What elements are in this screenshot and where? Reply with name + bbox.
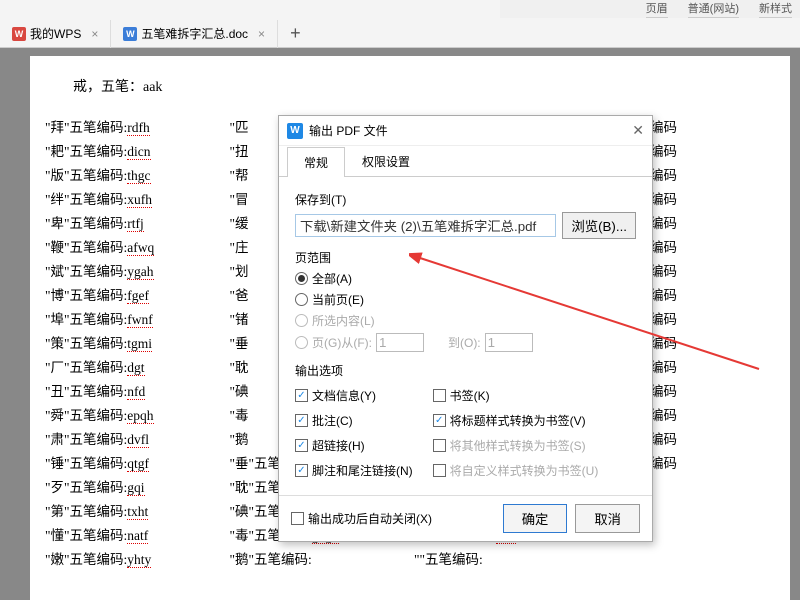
browse-button[interactable]: 浏览(B)... xyxy=(562,212,636,239)
close-icon[interactable]: ✕ xyxy=(632,122,644,139)
wubi-entry: "丑"五笔编码:nfd xyxy=(45,380,222,404)
tab-permissions[interactable]: 权限设置 xyxy=(345,146,427,176)
tab-wps-home[interactable]: W 我的WPS × xyxy=(0,20,111,48)
radio-label: 页(G)从(F): xyxy=(312,334,372,351)
tab-general[interactable]: 常规 xyxy=(287,147,345,177)
wubi-entry: "卑"五笔编码:rtfj xyxy=(45,212,222,236)
toolbar-item[interactable]: 新样式 xyxy=(759,0,792,18)
check-custom-bookmarks[interactable]: 将自定义样式转换为书签(U) xyxy=(433,462,599,479)
wubi-entry: ""五笔编码: xyxy=(414,548,591,572)
radio-icon xyxy=(295,293,308,306)
wubi-entry: "第"五笔编码:txht xyxy=(45,500,222,524)
dialog-title: 输出 PDF 文件 xyxy=(309,122,632,139)
top-toolbar-fragment: 页眉 普通(网站) 新样式 xyxy=(500,0,800,18)
wubi-entry: "斌"五笔编码:ygah xyxy=(45,260,222,284)
wubi-entry: "鹅"五笔编码: xyxy=(230,548,407,572)
wubi-entry: "懂"五笔编码:natf xyxy=(45,524,222,548)
check-comments[interactable]: ✓批注(C) xyxy=(295,412,413,429)
check-heading-bookmarks[interactable]: ✓将标题样式转换为书签(V) xyxy=(433,412,599,429)
radio-label: 所选内容(L) xyxy=(312,312,375,329)
wubi-entry: "版"五笔编码:thgc xyxy=(45,164,222,188)
dialog-tabs: 常规 权限设置 xyxy=(279,146,652,177)
check-autoclose[interactable]: 输出成功后自动关闭(X) xyxy=(291,510,495,527)
add-tab-button[interactable]: + xyxy=(278,23,313,44)
export-pdf-dialog: W 输出 PDF 文件 ✕ 常规 权限设置 保存到(T) 浏览(B)... 页范… xyxy=(278,115,653,542)
wubi-entry: "博"五笔编码:fgef xyxy=(45,284,222,308)
radio-icon xyxy=(295,314,308,327)
column-1: "拜"五笔编码:rdfh"耙"五笔编码:dicn"版"五笔编码:thgc"绊"五… xyxy=(45,116,222,572)
to-label: 到(O): xyxy=(448,334,481,351)
page-range-label: 页范围 xyxy=(295,249,636,266)
paragraph: 戒，五笔：aak xyxy=(73,76,775,96)
wps-icon: W xyxy=(12,27,26,41)
radio-label: 全部(A) xyxy=(312,270,352,287)
tab-label: 我的WPS xyxy=(30,25,81,42)
radio-current-page[interactable]: 当前页(E) xyxy=(295,291,636,308)
close-icon[interactable]: × xyxy=(91,27,98,41)
radio-icon xyxy=(295,336,308,349)
toolbar-item[interactable]: 页眉 xyxy=(646,0,668,18)
wubi-entry: "拜"五笔编码:rdfh xyxy=(45,116,222,140)
ok-button[interactable]: 确定 xyxy=(503,504,568,533)
radio-icon xyxy=(295,272,308,285)
check-footnotes[interactable]: ✓脚注和尾注链接(N) xyxy=(295,462,413,479)
output-options-label: 输出选项 xyxy=(295,362,636,379)
check-other-bookmarks[interactable]: 将其他样式转换为书签(S) xyxy=(433,437,599,454)
radio-selection: 所选内容(L) xyxy=(295,312,636,329)
wubi-entry: "厂"五笔编码:dgt xyxy=(45,356,222,380)
wubi-entry: "嫩"五笔编码:yhty xyxy=(45,548,222,572)
wubi-entry: "绊"五笔编码:xufh xyxy=(45,188,222,212)
radio-page-range[interactable]: 页(G)从(F): 到(O): xyxy=(295,333,636,352)
wubi-entry: "鞭"五笔编码:afwq xyxy=(45,236,222,260)
page-from-input[interactable] xyxy=(376,333,424,352)
wps-logo-icon: W xyxy=(287,123,303,139)
save-path-input[interactable] xyxy=(295,214,556,237)
check-hyperlinks[interactable]: ✓超链接(H) xyxy=(295,437,413,454)
wubi-entry: "肃"五笔编码:dvfl xyxy=(45,428,222,452)
close-icon[interactable]: × xyxy=(258,27,265,41)
wubi-entry: "舜"五笔编码:epqh xyxy=(45,404,222,428)
save-to-label: 保存到(T) xyxy=(295,191,636,208)
wubi-entry: "耙"五笔编码:dicn xyxy=(45,140,222,164)
toolbar-item[interactable]: 普通(网站) xyxy=(688,0,739,18)
tab-label: 五笔难拆字汇总.doc xyxy=(141,25,248,42)
page-to-input[interactable] xyxy=(485,333,533,352)
wubi-entry: "埠"五笔编码:fwnf xyxy=(45,308,222,332)
wubi-entry: "锤"五笔编码:qtgf xyxy=(45,452,222,476)
dialog-titlebar: W 输出 PDF 文件 ✕ xyxy=(279,116,652,146)
check-docinfo[interactable]: ✓文档信息(Y) xyxy=(295,387,413,404)
radio-all-pages[interactable]: 全部(A) xyxy=(295,270,636,287)
doc-icon: W xyxy=(123,27,137,41)
wubi-entry: "策"五笔编码:tgmi xyxy=(45,332,222,356)
wubi-entry: "歹"五笔编码:gqi xyxy=(45,476,222,500)
check-bookmarks[interactable]: 书签(K) xyxy=(433,387,599,404)
cancel-button[interactable]: 取消 xyxy=(575,504,640,533)
tab-document[interactable]: W 五笔难拆字汇总.doc × xyxy=(111,20,278,48)
radio-label: 当前页(E) xyxy=(312,291,364,308)
